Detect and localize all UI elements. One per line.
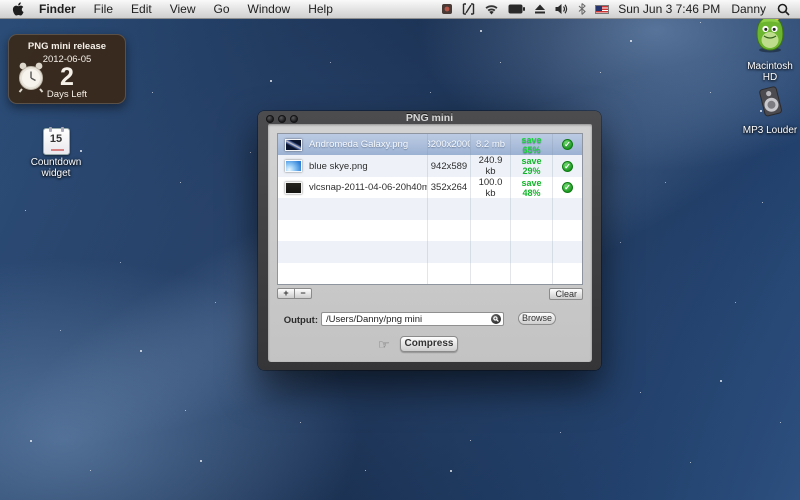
volume-icon[interactable] bbox=[555, 3, 569, 15]
clear-button[interactable]: Clear bbox=[549, 288, 583, 300]
user-menu[interactable]: Danny bbox=[729, 2, 768, 16]
savings-cell: save 29% bbox=[511, 155, 553, 176]
output-label: Output: bbox=[276, 315, 318, 326]
input-language-flag-icon[interactable] bbox=[595, 5, 609, 14]
menu-item-file[interactable]: File bbox=[85, 0, 122, 18]
done-check-icon: ✓ bbox=[562, 161, 573, 172]
table-row[interactable]: vlcsnap-2011-04-06-20h40m36s165.png 352x… bbox=[278, 177, 582, 198]
bluetooth-icon[interactable] bbox=[578, 3, 586, 15]
close-button[interactable] bbox=[266, 115, 274, 123]
savings-cell: save 65% bbox=[511, 134, 553, 155]
menu-status-area: Sun Jun 3 7:46 PM Danny bbox=[441, 2, 790, 16]
table-row-empty bbox=[278, 198, 582, 219]
status-input-menu-icon[interactable] bbox=[462, 3, 475, 15]
eject-icon[interactable] bbox=[534, 4, 546, 15]
green-monster-hd-icon bbox=[751, 14, 789, 54]
status-cell: ✓ bbox=[553, 177, 582, 198]
spotlight-search-icon[interactable] bbox=[777, 3, 790, 16]
savings-cell: save 48% bbox=[511, 177, 553, 198]
size-cell: 8.2 mb bbox=[471, 134, 511, 155]
window-titlebar[interactable]: PNG mini bbox=[258, 111, 601, 125]
table-row[interactable]: blue skye.png 942x589 240.9 kb save 29% … bbox=[278, 155, 582, 176]
file-thumbnail-sky bbox=[285, 160, 302, 172]
calendar-day: 15 bbox=[44, 133, 69, 145]
desktop-icon-mp3-louder[interactable]: MP3 Louder bbox=[732, 84, 800, 136]
table-row-empty bbox=[278, 241, 582, 262]
size-cell: 240.9 kb bbox=[471, 155, 511, 176]
countdown-release-widget[interactable]: PNG mini release 2012-06-05 2 Days Left bbox=[8, 34, 126, 104]
table-row[interactable]: Andromeda Galaxy.png 3200x2000 8.2 mb sa… bbox=[278, 134, 582, 155]
menu-item-help[interactable]: Help bbox=[299, 0, 342, 18]
wifi-icon[interactable] bbox=[484, 4, 499, 15]
speaker-icon bbox=[753, 84, 787, 118]
menu-clock[interactable]: Sun Jun 3 7:46 PM bbox=[618, 2, 720, 16]
menu-item-window[interactable]: Window bbox=[239, 0, 300, 18]
output-path-field[interactable] bbox=[321, 312, 504, 326]
browse-button[interactable]: Browse bbox=[518, 312, 556, 325]
menu-item-view[interactable]: View bbox=[161, 0, 205, 18]
file-name-cell: Andromeda Galaxy.png bbox=[278, 134, 428, 155]
size-cell: 100.0 kb bbox=[471, 177, 511, 198]
zoom-button[interactable] bbox=[290, 115, 298, 123]
apple-menu-icon[interactable] bbox=[10, 2, 30, 16]
menu-bar: Finder File Edit View Go Window Help bbox=[0, 0, 800, 19]
reveal-path-icon[interactable] bbox=[491, 314, 501, 324]
status-cell: ✓ bbox=[553, 155, 582, 176]
menu-item-finder[interactable]: Finder bbox=[30, 0, 85, 18]
icon-label: MP3 Louder bbox=[732, 125, 800, 136]
menu-item-go[interactable]: Go bbox=[205, 0, 239, 18]
battery-icon[interactable] bbox=[508, 4, 525, 14]
file-name-cell: vlcsnap-2011-04-06-20h40m36s165.png bbox=[278, 177, 428, 198]
add-file-button[interactable]: + bbox=[277, 288, 295, 299]
remove-file-button[interactable]: − bbox=[294, 288, 312, 299]
icon-label: Macintosh HD bbox=[732, 61, 800, 83]
table-row-empty bbox=[278, 220, 582, 241]
calendar-icon: 15 bbox=[43, 128, 70, 155]
file-table: Andromeda Galaxy.png 3200x2000 8.2 mb sa… bbox=[277, 133, 583, 285]
menu-item-edit[interactable]: Edit bbox=[122, 0, 161, 18]
compress-button[interactable]: Compress bbox=[400, 336, 458, 352]
minimize-button[interactable] bbox=[278, 115, 286, 123]
widget-title: PNG mini release bbox=[9, 41, 125, 52]
desktop-icon-countdown-widget[interactable]: 15 Countdown widget bbox=[18, 128, 94, 179]
desktop-icon-macintosh-hd[interactable]: Macintosh HD bbox=[732, 14, 800, 83]
table-row-empty bbox=[278, 263, 582, 284]
file-thumbnail-snapshot bbox=[285, 182, 302, 194]
file-thumbnail-galaxy bbox=[285, 139, 302, 151]
window-content: Andromeda Galaxy.png 3200x2000 8.2 mb sa… bbox=[268, 124, 592, 362]
done-check-icon: ✓ bbox=[562, 139, 573, 150]
status-app-icon[interactable] bbox=[441, 3, 453, 15]
dimensions-cell: 3200x2000 bbox=[428, 134, 471, 155]
dimensions-cell: 942x589 bbox=[428, 155, 471, 176]
png-mini-window: PNG mini Andromeda Galaxy.png 3200x2000 … bbox=[258, 111, 601, 370]
status-cell: ✓ bbox=[553, 134, 582, 155]
alarm-clock-icon bbox=[16, 61, 46, 93]
pointing-hand-icon: ☞ bbox=[378, 337, 390, 353]
done-check-icon: ✓ bbox=[562, 182, 573, 193]
dimensions-cell: 352x264 bbox=[428, 177, 471, 198]
file-name-cell: blue skye.png bbox=[278, 155, 428, 176]
icon-label: Countdown widget bbox=[18, 157, 94, 179]
